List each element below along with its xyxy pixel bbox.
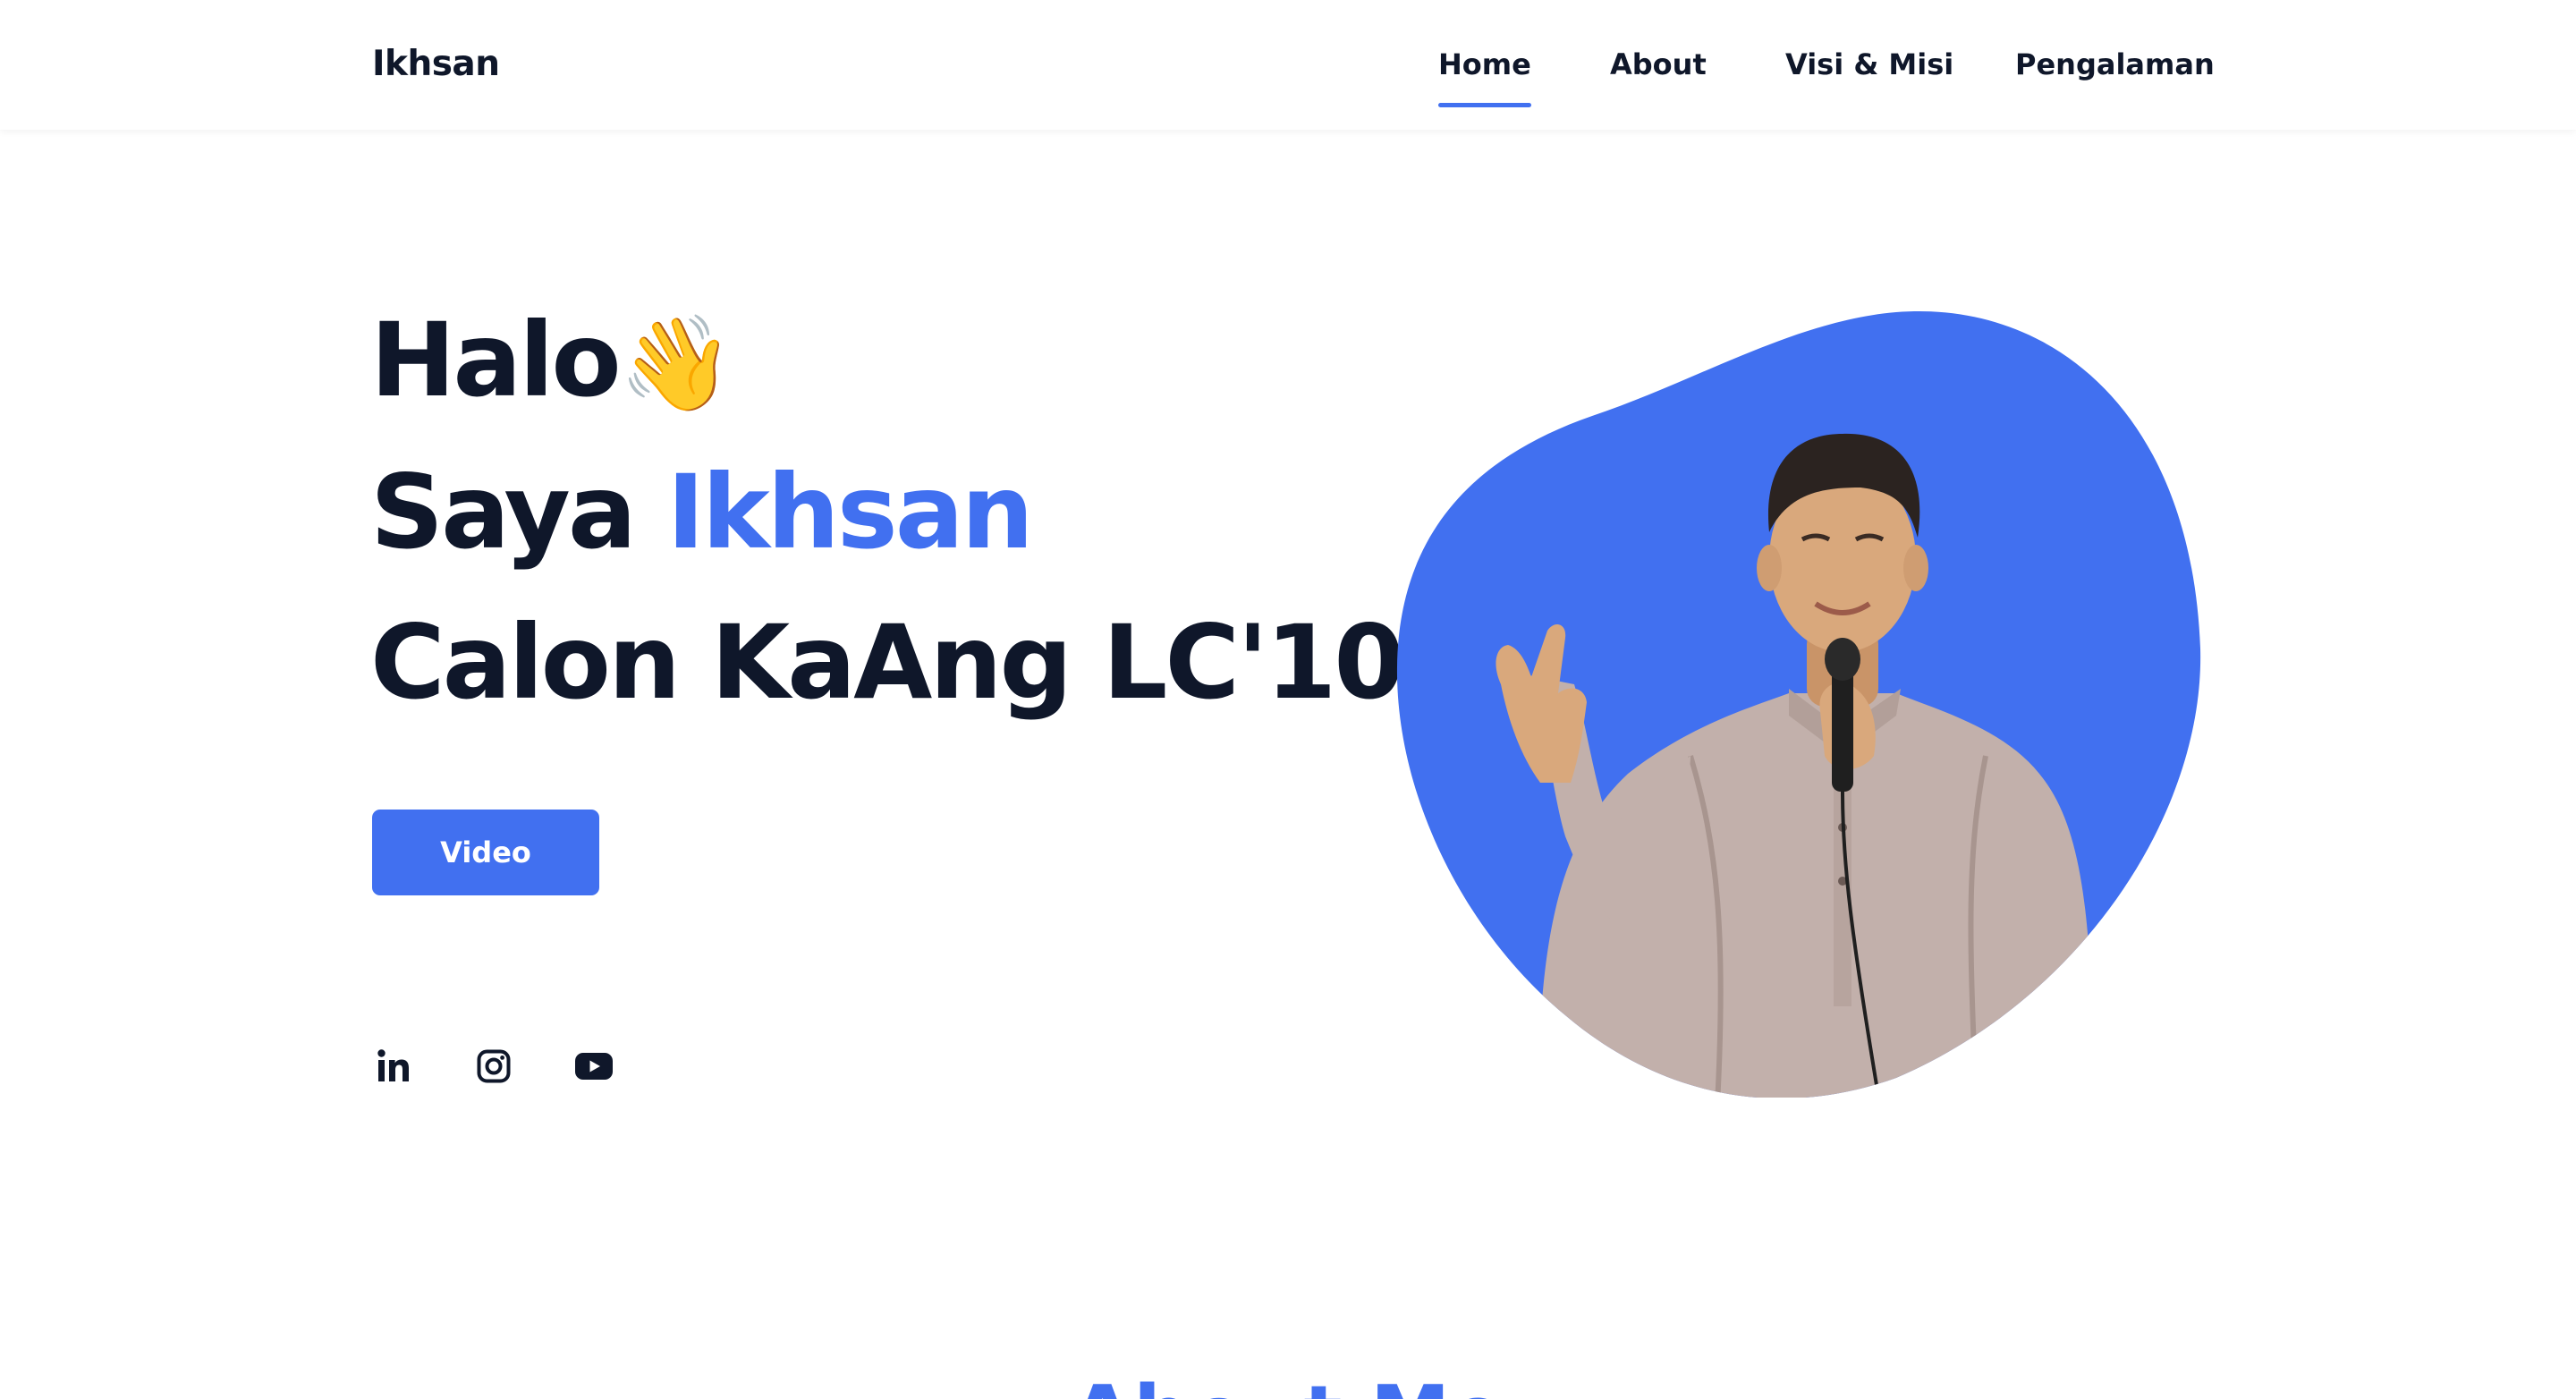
nav-home[interactable]: Home (1438, 43, 1531, 107)
waving-hand-icon: 👋 (618, 309, 735, 418)
youtube-icon[interactable] (572, 1045, 615, 1088)
nav-about[interactable]: About (1610, 43, 1707, 86)
page: Ikhsan Home About Visi & Misi Pengalaman… (0, 0, 2576, 1399)
instagram-icon[interactable] (472, 1045, 515, 1088)
intro-prefix: Saya (370, 453, 667, 572)
site-logo[interactable]: Ikhsan (372, 43, 500, 86)
site-header: Ikhsan Home About Visi & Misi Pengalaman (0, 0, 2576, 130)
hero-tagline: Calon KaAng LC'10 (370, 603, 1405, 722)
section-title-about: About Me (0, 1367, 2576, 1399)
nav-visi-misi[interactable]: Visi & Misi (1785, 43, 1953, 86)
video-button[interactable]: Video (372, 810, 599, 895)
hero-image (1395, 309, 2205, 1098)
linkedin-icon[interactable] (372, 1045, 415, 1088)
hero-name: Ikhsan (666, 453, 1033, 572)
hero-greeting: Halo👋 (370, 302, 734, 421)
greeting-text: Halo (370, 301, 622, 420)
nav-pengalaman[interactable]: Pengalaman (2015, 43, 2215, 86)
hero-intro: Saya Ikhsan (370, 453, 1034, 572)
